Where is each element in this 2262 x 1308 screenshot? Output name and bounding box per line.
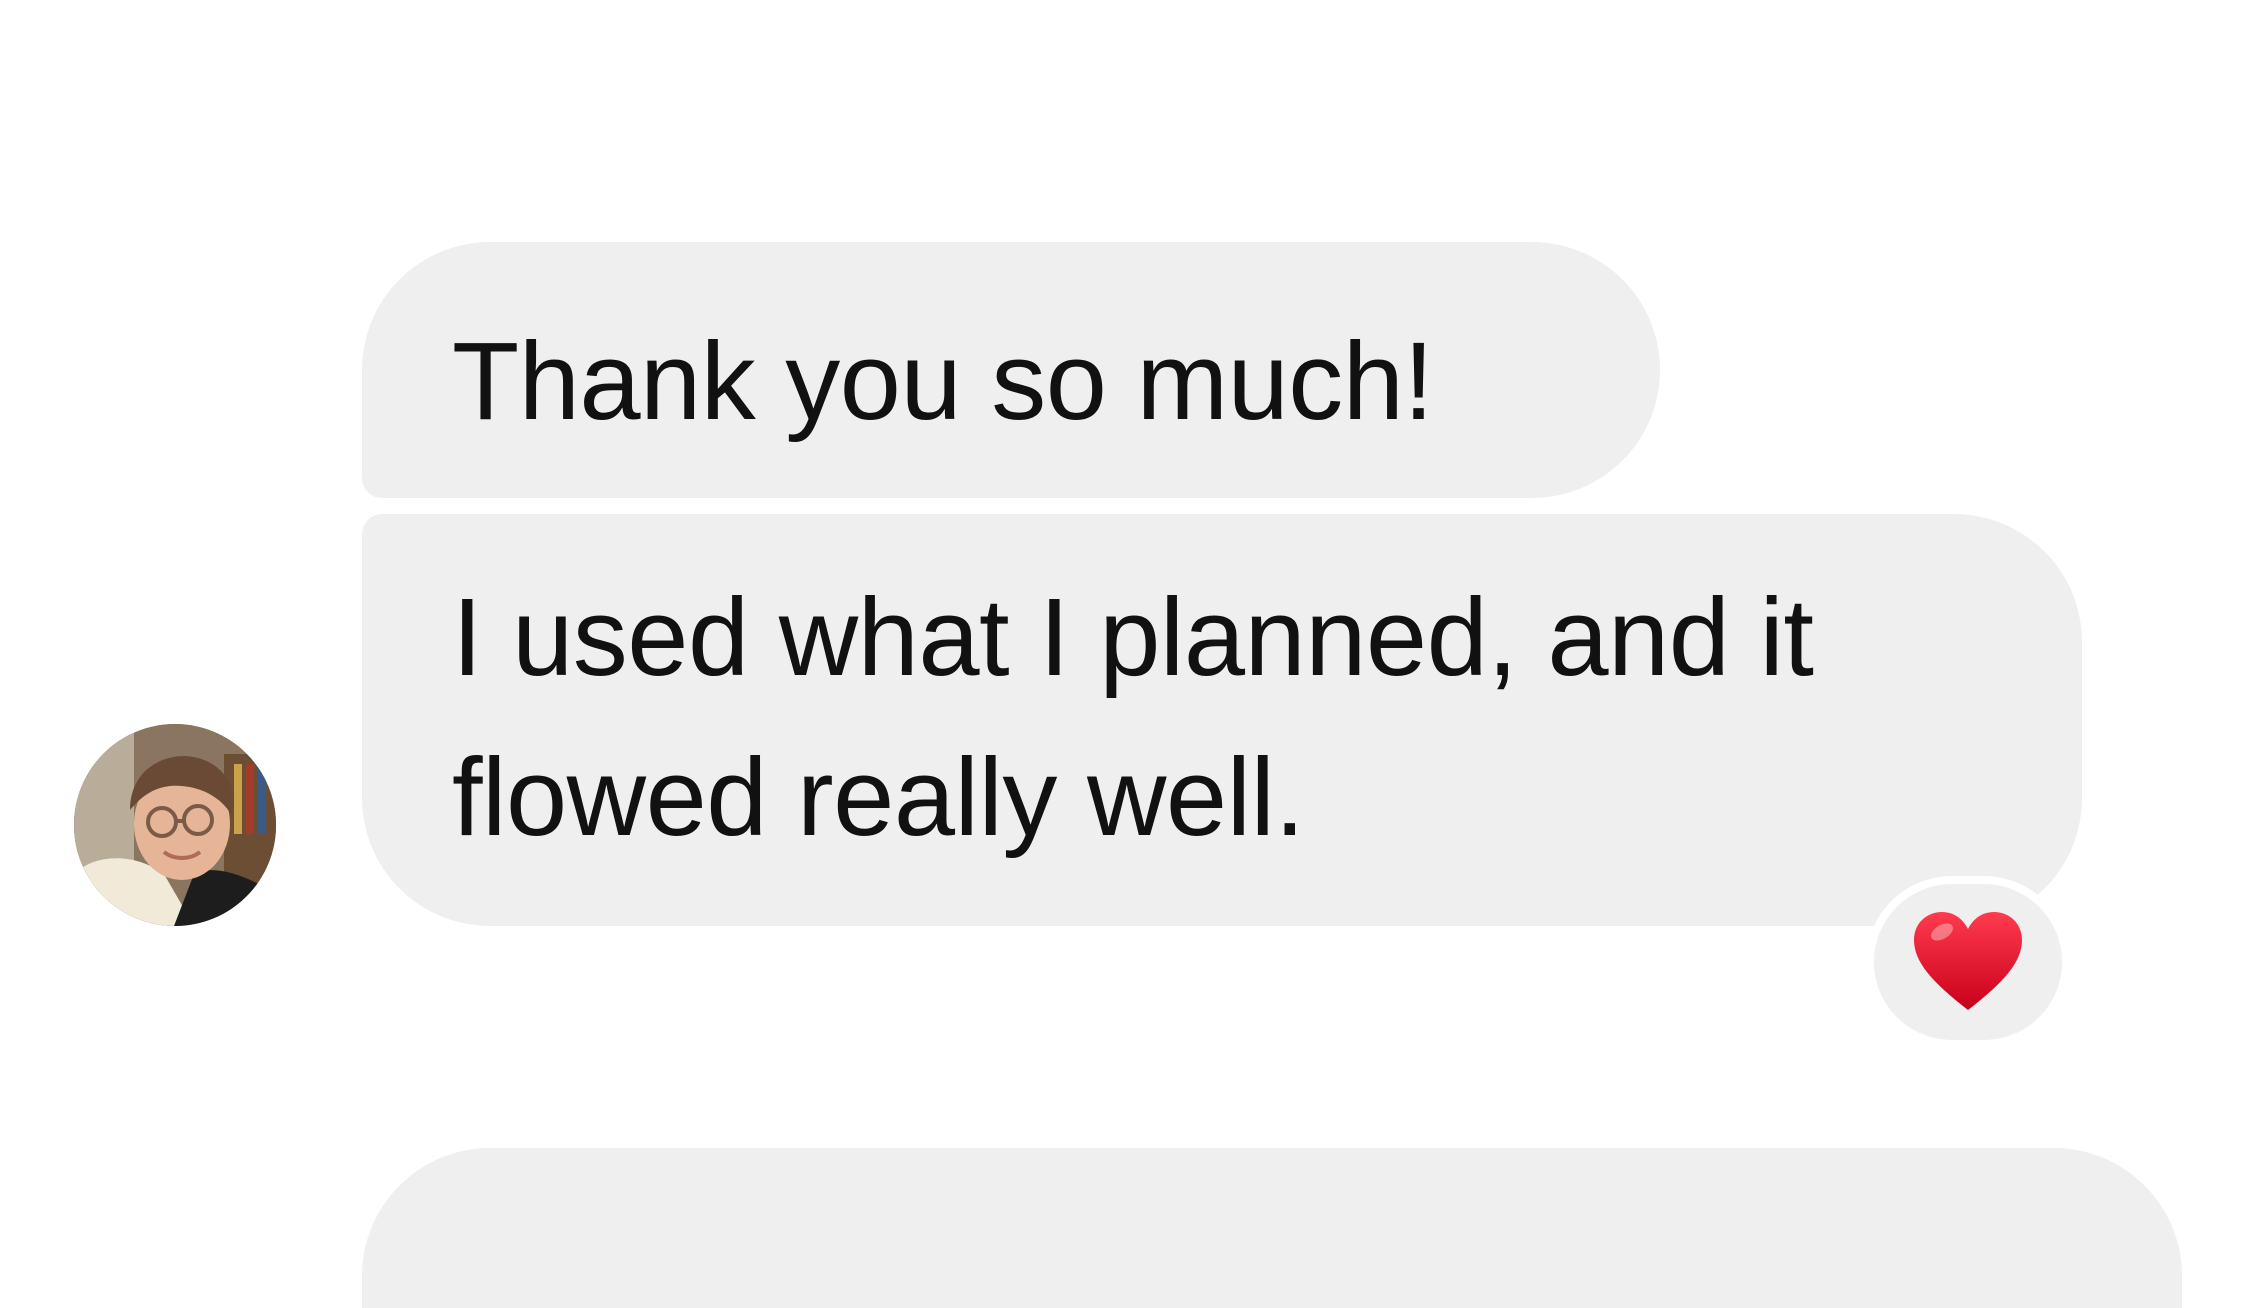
message-bubble-2[interactable]: I used what I planned, and it flowed rea…	[362, 514, 2082, 926]
message-bubble-3-partial[interactable]	[362, 1148, 2182, 1308]
contact-avatar[interactable]	[74, 724, 276, 926]
contact-avatar-photo	[74, 724, 276, 926]
message-thread: Thank you so much! I used what I planned…	[0, 0, 2262, 1308]
message-bubble-1[interactable]: Thank you so much!	[362, 242, 1660, 498]
heart-reaction-badge[interactable]	[1866, 876, 2070, 1048]
message-text-1: Thank you so much!	[452, 320, 1434, 443]
red-heart-icon	[1914, 912, 2022, 1010]
message-text-2-line-1: I used what I planned, and it	[452, 576, 1814, 699]
message-text-2-line-2: flowed really well.	[452, 736, 1305, 859]
